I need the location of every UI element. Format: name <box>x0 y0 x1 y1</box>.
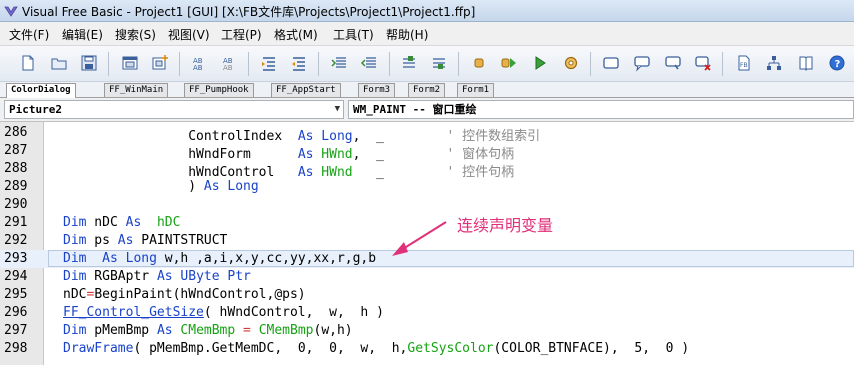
code-line[interactable]: 297 Dim pMemBmp As CMemBmp = CMemBmp(w,h… <box>0 322 854 340</box>
tab-ff-winmain[interactable]: FF_WinMain <box>104 83 169 97</box>
delete-icon[interactable] <box>692 52 714 74</box>
toolbar-separator <box>248 52 249 76</box>
settings-icon[interactable] <box>560 52 582 74</box>
code-line[interactable]: 286 ControlIndex As Long, _ ' 控件数组索引 <box>0 124 854 144</box>
comment-icon[interactable] <box>328 52 350 74</box>
dialog-icon[interactable] <box>631 52 653 74</box>
code-text: Dim nDC As hDC <box>63 215 181 230</box>
tab-ff-appstart[interactable]: FF_AppStart <box>271 83 341 97</box>
event-selector[interactable]: WM_PAINT -- 窗口重绘 <box>348 100 854 119</box>
tab-colordialog[interactable]: ColorDialog <box>6 83 76 98</box>
menu-edit[interactable]: 编辑(E) <box>62 26 103 43</box>
menu-format[interactable]: 格式(M) <box>274 26 318 43</box>
line-number: 298 <box>4 341 28 356</box>
menu-tools[interactable]: 工具(T) <box>333 26 374 43</box>
uncomment-icon[interactable] <box>358 52 380 74</box>
window-title: Visual Free Basic - Project1 [GUI] [X:\F… <box>22 5 476 19</box>
event-selector-value: WM_PAINT -- 窗口重绘 <box>353 103 477 116</box>
compile-icon[interactable] <box>468 52 490 74</box>
file-tabs: ColorDialog FF_WinMain FF_PumpHook FF_Ap… <box>0 82 854 98</box>
line-number: 294 <box>4 269 28 284</box>
replace-icon[interactable]: AB AB <box>219 52 241 74</box>
toolbar-separator <box>722 52 723 76</box>
new-form-icon[interactable] <box>119 52 141 74</box>
code-line[interactable]: 289 ) As Long <box>0 178 854 196</box>
tab-ff-pumphook[interactable]: FF_PumpHook <box>184 83 254 97</box>
menu-bar: 文件(F) 编辑(E) 搜索(S) 视图(V) 工程(P) 格式(M) 工具(T… <box>0 22 854 46</box>
line-number: 293 <box>4 251 28 266</box>
code-line[interactable]: 298 DrawFrame( pMemBmp.GetMemDC, 0, 0, w… <box>0 340 854 358</box>
fb-doc-icon[interactable]: FB <box>733 52 755 74</box>
line-number: 288 <box>4 161 28 176</box>
code-text: ) As Long <box>63 179 259 194</box>
toolbar-separator <box>108 52 109 76</box>
chevron-down-icon[interactable]: ▼ <box>335 101 340 118</box>
toolbar-separator <box>458 52 459 76</box>
object-selector-value: Picture2 <box>9 103 62 116</box>
toolbar-separator <box>179 52 180 76</box>
line-number: 297 <box>4 323 28 338</box>
message-icon[interactable] <box>662 52 684 74</box>
code-text: Dim ps As PAINTSTRUCT <box>63 233 228 248</box>
menu-help[interactable]: 帮助(H) <box>386 26 428 43</box>
run-icon[interactable] <box>529 52 551 74</box>
code-line[interactable]: 295 nDC=BeginPaint(hWndControl,@ps) <box>0 286 854 304</box>
new-file-icon[interactable] <box>17 52 39 74</box>
bookmark-next-icon[interactable] <box>428 52 450 74</box>
bookmark-icon[interactable] <box>398 52 420 74</box>
svg-text:FB: FB <box>740 62 748 69</box>
outdent-icon[interactable] <box>288 52 310 74</box>
menu-view[interactable]: 视图(V) <box>168 26 210 43</box>
code-text: Dim pMemBmp As CMemBmp = CMemBmp(w,h) <box>63 323 353 338</box>
help-icon[interactable]: ? <box>826 52 848 74</box>
svg-text:?: ? <box>835 59 841 70</box>
code-line[interactable]: 296 FF_Control_GetSize( hWndControl, w, … <box>0 304 854 322</box>
code-text: nDC=BeginPaint(hWndControl,@ps) <box>63 287 306 302</box>
line-number: 295 <box>4 287 28 302</box>
line-number: 292 <box>4 233 28 248</box>
compile-run-icon[interactable] <box>498 52 520 74</box>
object-selector[interactable]: Picture2 ▼ <box>4 100 344 119</box>
add-form-icon[interactable] <box>149 52 171 74</box>
open-folder-icon[interactable] <box>48 52 70 74</box>
code-text: FF_Control_GetSize( hWndControl, w, h ) <box>63 305 384 320</box>
code-text: Dim RGBAptr As UByte Ptr <box>63 269 251 284</box>
tab-form3[interactable]: Form3 <box>358 83 396 97</box>
menu-file[interactable]: 文件(F) <box>9 26 49 43</box>
tree-icon[interactable] <box>763 52 785 74</box>
code-text: DrawFrame( pMemBmp.GetMemDC, 0, 0, w, h,… <box>63 341 690 356</box>
svg-text:AB: AB <box>223 64 233 72</box>
line-number: 289 <box>4 179 28 194</box>
window-icon[interactable] <box>600 52 622 74</box>
tab-form2[interactable]: Form2 <box>408 83 446 97</box>
line-number: 290 <box>4 197 28 212</box>
code-line[interactable]: 294 Dim RGBAptr As UByte Ptr <box>0 268 854 286</box>
toolbar: AB AB AB AB FB ? <box>0 46 854 82</box>
toolbar-separator <box>389 52 390 76</box>
code-line[interactable]: 290 <box>0 196 854 214</box>
indent-icon[interactable] <box>258 52 280 74</box>
code-line[interactable]: 288 hWndControl As HWnd _ ' 控件句柄 <box>0 160 854 180</box>
menu-project[interactable]: 工程(P) <box>221 26 262 43</box>
annotation-label: 连续声明变量 <box>457 216 554 235</box>
menu-search[interactable]: 搜索(S) <box>115 26 156 43</box>
line-number: 296 <box>4 305 28 320</box>
annotation-arrow-icon <box>392 221 447 256</box>
line-number: 286 <box>4 125 28 140</box>
save-icon[interactable] <box>78 52 100 74</box>
toolbar-separator <box>590 52 591 76</box>
app-icon <box>4 6 18 17</box>
svg-text:AB: AB <box>193 64 203 72</box>
code-text: Dim As Long w,h ,a,i,x,y,cc,yy,xx,r,g,b <box>63 251 377 266</box>
find-icon[interactable]: AB AB <box>189 52 211 74</box>
line-number: 287 <box>4 143 28 158</box>
title-bar[interactable]: Visual Free Basic - Project1 [GUI] [X:\F… <box>0 0 854 22</box>
toolbar-separator <box>318 52 319 76</box>
selector-bar: Picture2 ▼ WM_PAINT -- 窗口重绘 <box>0 98 854 122</box>
tab-form1[interactable]: Form1 <box>457 83 495 97</box>
code-line[interactable]: 287 hWndForm As HWnd, _ ' 窗体句柄 <box>0 142 854 162</box>
line-number: 291 <box>4 215 28 230</box>
manual-icon[interactable] <box>795 52 817 74</box>
